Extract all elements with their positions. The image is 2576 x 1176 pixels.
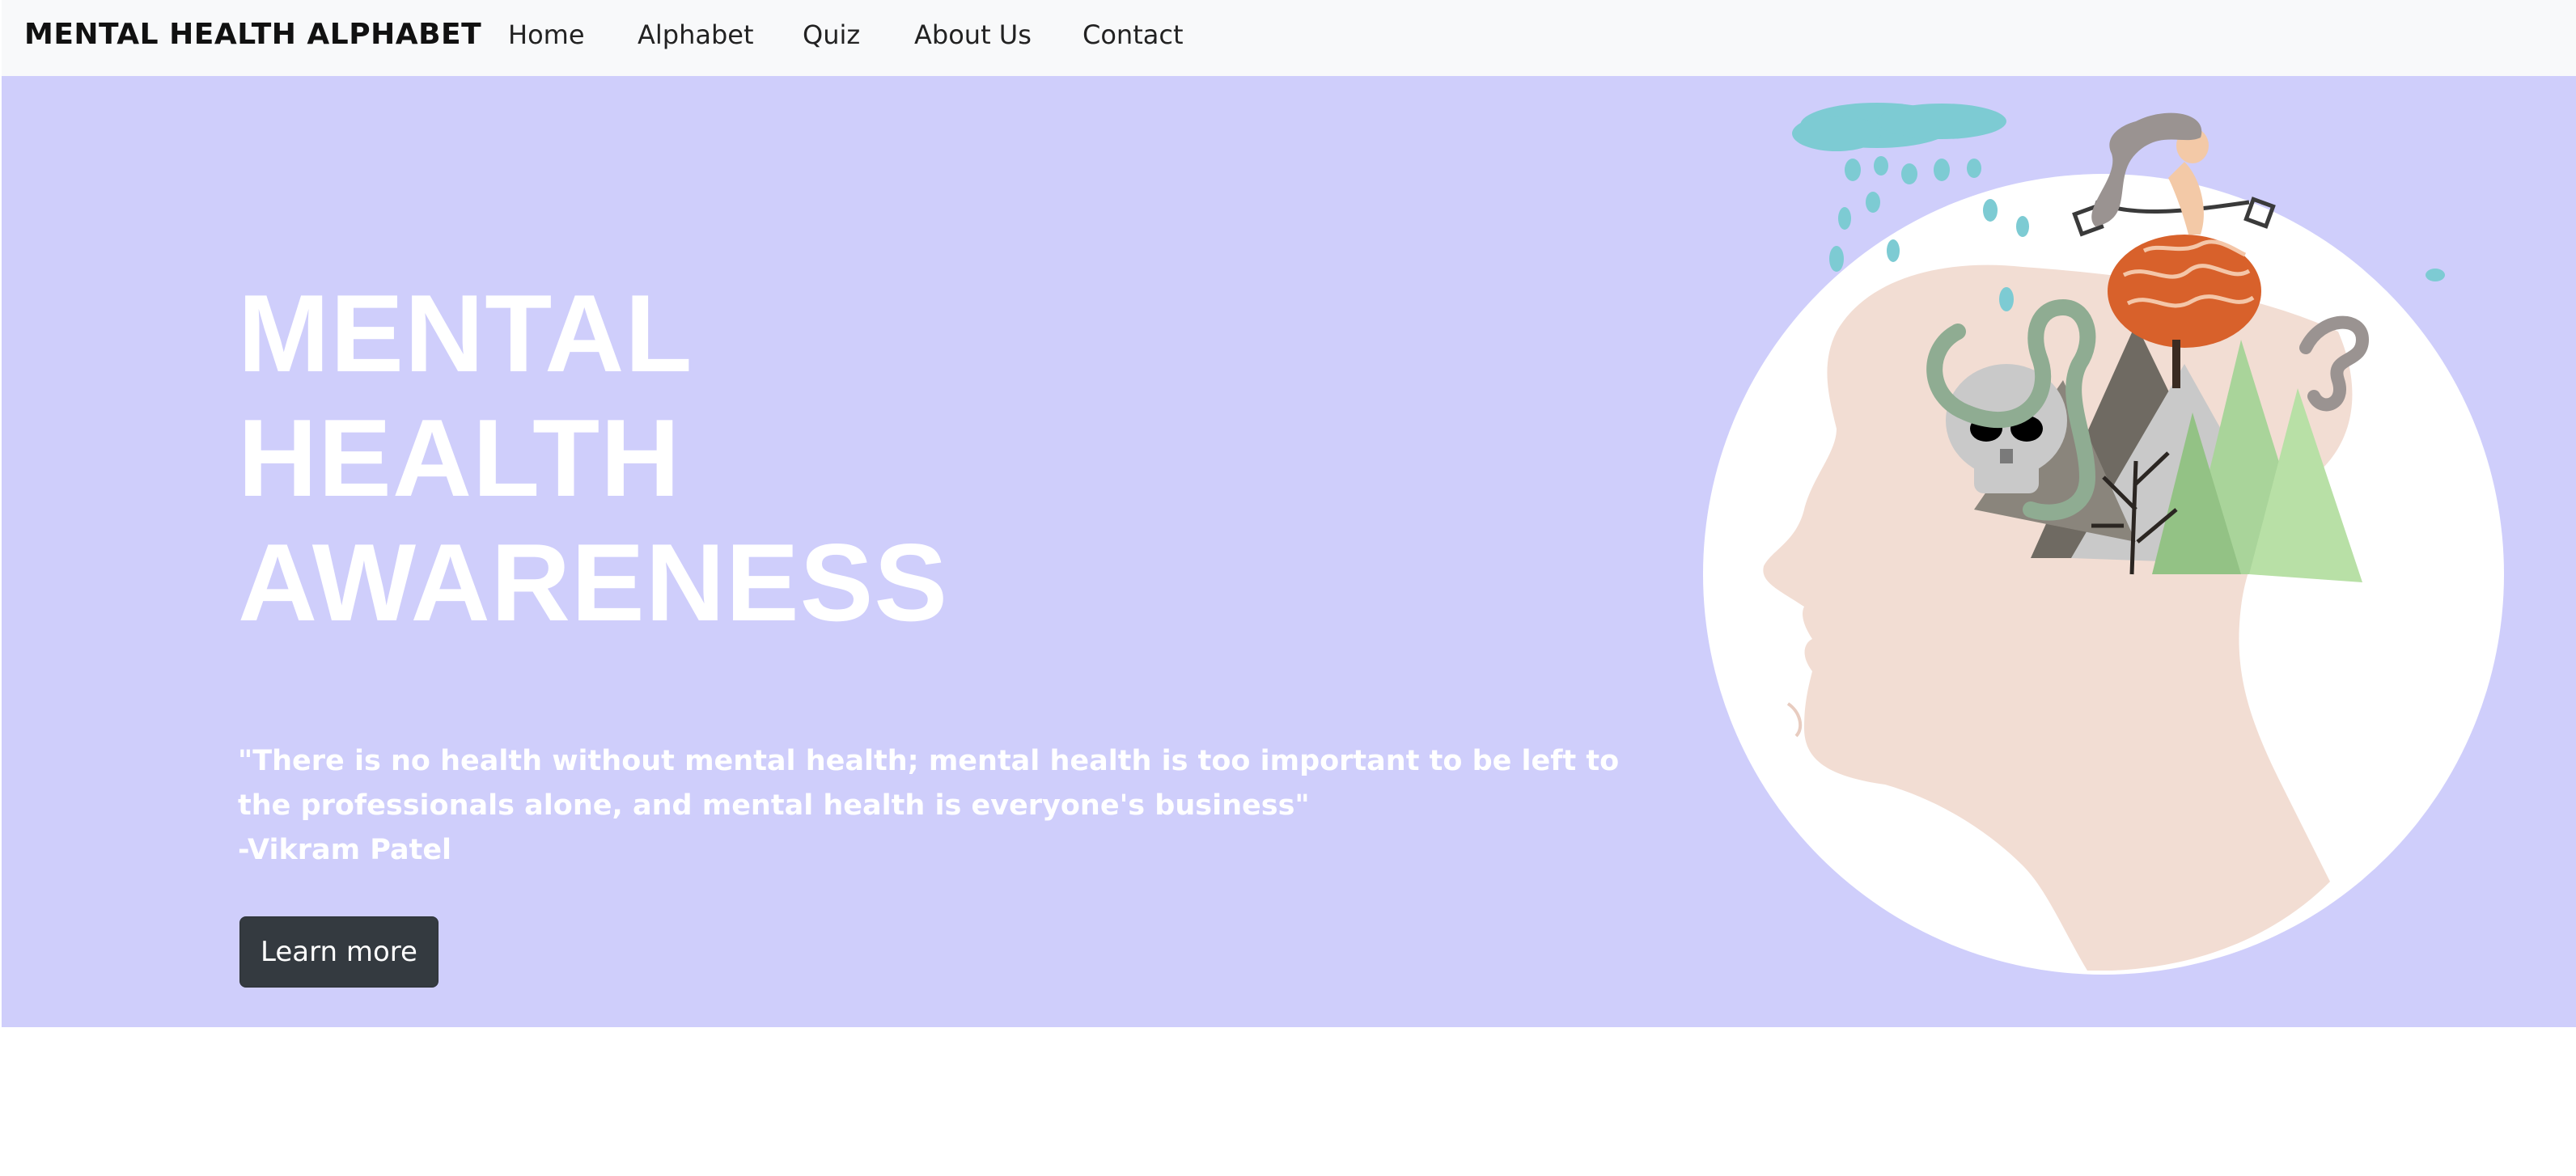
- learn-more-button[interactable]: Learn more: [239, 916, 439, 988]
- hero-quote: "There is no health without mental healt…: [238, 739, 1620, 873]
- nav-link-quiz[interactable]: Quiz: [803, 19, 860, 50]
- rain-cloud-icon: [1792, 103, 2006, 151]
- hero-title-line-3: AWARENESS: [238, 521, 949, 644]
- quote-line-2: the professionals alone, and mental heal…: [238, 789, 1310, 822]
- hero-title-line-1: MENTAL: [238, 272, 693, 395]
- hero-title-line-2: HEALTH: [238, 396, 681, 519]
- top-navbar: MENTAL HEALTH ALPHABET Home Alphabet Qui…: [2, 0, 2576, 76]
- nav-link-alphabet[interactable]: Alphabet: [638, 19, 754, 50]
- brand-logo[interactable]: MENTAL HEALTH ALPHABET: [24, 18, 481, 51]
- quote-line-1: "There is no health without mental healt…: [238, 745, 1620, 777]
- nav-link-about-us[interactable]: About Us: [914, 19, 1032, 50]
- quote-author: -Vikram Patel: [238, 834, 452, 866]
- nav-link-home[interactable]: Home: [508, 19, 585, 50]
- nav-link-contact[interactable]: Contact: [1083, 19, 1184, 50]
- head-illustration: [1703, 103, 2504, 975]
